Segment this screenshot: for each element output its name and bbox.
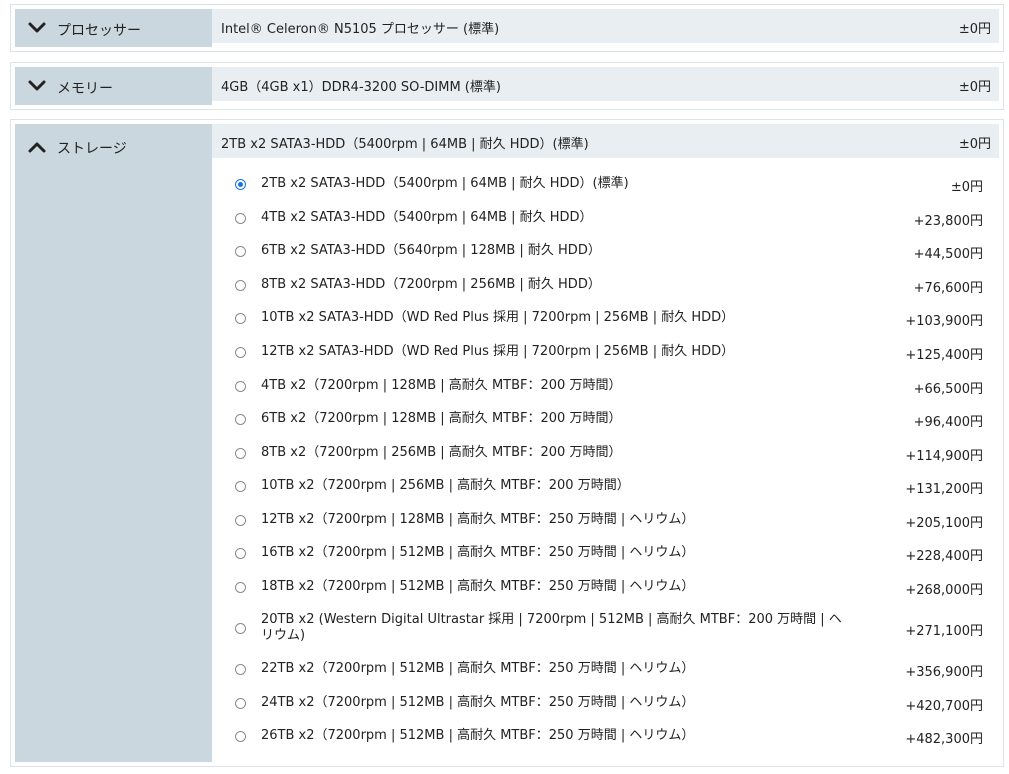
storage-option-row[interactable]: 26TB x2（7200rpm | 512MB | 高耐久 MTBF：250 万… xyxy=(212,719,999,753)
radio-button[interactable] xyxy=(235,212,246,224)
radio-button[interactable] xyxy=(235,581,246,593)
storage-options-list: 2TB x2 SATA3-HDD（5400rpm | 64MB | 耐久 HDD… xyxy=(212,158,999,762)
storage-option-row[interactable]: 10TB x2（7200rpm | 256MB | 高耐久 MTBF：200 万… xyxy=(212,469,999,503)
storage-option-row[interactable]: 12TB x2 SATA3-HDD（WD Red Plus 採用 | 7200r… xyxy=(212,335,999,369)
storage-option-label: 10TB x2 SATA3-HDD（WD Red Plus 採用 | 7200r… xyxy=(261,310,735,325)
storage-option-price: +228,400円 xyxy=(905,549,983,564)
radio-button[interactable] xyxy=(235,730,246,742)
storage-option-price: +103,900円 xyxy=(905,314,983,329)
storage-option-price: +268,000円 xyxy=(905,583,983,598)
section-header-processor[interactable]: プロセッサー xyxy=(15,9,212,47)
storage-option-row[interactable]: 10TB x2 SATA3-HDD（WD Red Plus 採用 | 7200r… xyxy=(212,301,999,335)
storage-option-price: +44,500円 xyxy=(913,247,983,262)
storage-option-price: ±0円 xyxy=(950,180,983,195)
storage-option-price: +76,600円 xyxy=(913,281,983,296)
selected-option-label: 4GB（4GB x1）DDR4-3200 SO-DIMM (標準) xyxy=(221,80,501,95)
storage-option-price: +114,900円 xyxy=(905,449,983,464)
chevron-up-icon[interactable] xyxy=(27,137,47,157)
radio-button[interactable] xyxy=(235,480,246,492)
storage-option-label: 10TB x2（7200rpm | 256MB | 高耐久 MTBF：200 万… xyxy=(261,478,630,493)
chevron-down-icon[interactable] xyxy=(27,18,47,38)
storage-option-row[interactable]: 4TB x2 SATA3-HDD（5400rpm | 64MB | 耐久 HDD… xyxy=(212,201,999,235)
storage-option-price: +131,200円 xyxy=(905,482,983,497)
radio-button[interactable] xyxy=(235,547,246,559)
selected-option-row[interactable]: Intel® Celeron® N5105 プロセッサー (標準) ±0円 xyxy=(212,9,999,43)
radio-button[interactable] xyxy=(235,312,246,324)
storage-option-price: +420,700円 xyxy=(905,699,983,714)
storage-option-price: +205,100円 xyxy=(905,516,983,531)
storage-option-price: +125,400円 xyxy=(905,348,983,363)
selected-option-price: ±0円 xyxy=(958,22,991,37)
storage-option-row[interactable]: 6TB x2 SATA3-HDD（5640rpm | 128MB | 耐久 HD… xyxy=(212,234,999,268)
storage-option-row[interactable]: 20TB x2 (Western Digital Ultrastar 採用 | … xyxy=(212,608,999,648)
storage-option-price: +482,300円 xyxy=(905,732,983,747)
storage-option-label: 2TB x2 SATA3-HDD（5400rpm | 64MB | 耐久 HDD… xyxy=(261,176,629,191)
storage-option-price: +96,400円 xyxy=(913,415,983,430)
radio-button[interactable] xyxy=(235,279,246,291)
section-title: プロセッサー xyxy=(57,23,141,39)
radio-button[interactable] xyxy=(235,514,246,526)
radio-button[interactable] xyxy=(235,380,246,392)
storage-option-row[interactable]: 22TB x2（7200rpm | 512MB | 高耐久 MTBF：250 万… xyxy=(212,652,999,686)
storage-option-row[interactable]: 2TB x2 SATA3-HDD（5400rpm | 64MB | 耐久 HDD… xyxy=(212,167,999,201)
storage-option-row[interactable]: 8TB x2 SATA3-HDD（7200rpm | 256MB | 耐久 HD… xyxy=(212,268,999,302)
storage-option-label: 6TB x2 SATA3-HDD（5640rpm | 128MB | 耐久 HD… xyxy=(261,243,601,258)
storage-option-label: 4TB x2 SATA3-HDD（5400rpm | 64MB | 耐久 HDD… xyxy=(261,210,593,225)
selected-option-label: 2TB x2 SATA3-HDD（5400rpm | 64MB | 耐久 HDD… xyxy=(221,137,589,152)
storage-option-row[interactable]: 4TB x2（7200rpm | 128MB | 高耐久 MTBF：200 万時… xyxy=(212,369,999,403)
storage-option-row[interactable]: 12TB x2（7200rpm | 128MB | 高耐久 MTBF：250 万… xyxy=(212,503,999,537)
radio-button[interactable] xyxy=(235,346,246,358)
storage-option-label: 16TB x2（7200rpm | 512MB | 高耐久 MTBF：250 万… xyxy=(261,545,695,560)
radio-button[interactable] xyxy=(235,413,246,425)
section-header-memory[interactable]: メモリー xyxy=(15,67,212,105)
storage-option-price: +356,900円 xyxy=(905,665,983,680)
storage-option-price: +66,500円 xyxy=(913,382,983,397)
selected-option-price: ±0円 xyxy=(958,80,991,95)
storage-option-label: 6TB x2（7200rpm | 128MB | 高耐久 MTBF：200 万時… xyxy=(261,411,622,426)
option-section-memory: メモリー 4GB（4GB x1）DDR4-3200 SO-DIMM (標準) ±… xyxy=(10,62,1004,110)
radio-button[interactable] xyxy=(235,663,246,675)
storage-option-label: 22TB x2（7200rpm | 512MB | 高耐久 MTBF：250 万… xyxy=(261,661,695,676)
radio-button[interactable] xyxy=(235,622,246,634)
storage-option-price: +271,100円 xyxy=(905,624,983,639)
storage-option-label: 4TB x2（7200rpm | 128MB | 高耐久 MTBF：200 万時… xyxy=(261,378,622,393)
storage-option-label: 24TB x2（7200rpm | 512MB | 高耐久 MTBF：250 万… xyxy=(261,695,695,710)
storage-option-label: 26TB x2（7200rpm | 512MB | 高耐久 MTBF：250 万… xyxy=(261,728,695,743)
radio-button[interactable] xyxy=(235,697,246,709)
radio-button[interactable] xyxy=(235,447,246,459)
storage-option-label: 12TB x2（7200rpm | 128MB | 高耐久 MTBF：250 万… xyxy=(261,512,695,527)
selected-option-label: Intel® Celeron® N5105 プロセッサー (標準) xyxy=(221,22,500,37)
storage-option-label: 8TB x2（7200rpm | 256MB | 高耐久 MTBF：200 万時… xyxy=(261,445,622,460)
storage-option-row[interactable]: 18TB x2（7200rpm | 512MB | 高耐久 MTBF：250 万… xyxy=(212,570,999,604)
section-header-storage[interactable]: ストレージ xyxy=(15,124,212,762)
radio-button[interactable] xyxy=(235,178,246,190)
section-title: メモリー xyxy=(57,81,113,97)
selected-option-row[interactable]: 2TB x2 SATA3-HDD（5400rpm | 64MB | 耐久 HDD… xyxy=(212,124,999,158)
storage-option-label: 18TB x2（7200rpm | 512MB | 高耐久 MTBF：250 万… xyxy=(261,579,695,594)
storage-option-row[interactable]: 24TB x2（7200rpm | 512MB | 高耐久 MTBF：250 万… xyxy=(212,686,999,720)
storage-option-row[interactable]: 6TB x2（7200rpm | 128MB | 高耐久 MTBF：200 万時… xyxy=(212,402,999,436)
radio-button[interactable] xyxy=(235,245,246,257)
storage-option-row[interactable]: 16TB x2（7200rpm | 512MB | 高耐久 MTBF：250 万… xyxy=(212,536,999,570)
storage-option-label: 20TB x2 (Western Digital Ultrastar 採用 | … xyxy=(261,612,842,643)
storage-option-price: +23,800円 xyxy=(913,214,983,229)
section-title: ストレージ xyxy=(57,141,127,157)
selected-option-row[interactable]: 4GB（4GB x1）DDR4-3200 SO-DIMM (標準) ±0円 xyxy=(212,67,999,101)
storage-option-row[interactable]: 8TB x2（7200rpm | 256MB | 高耐久 MTBF：200 万時… xyxy=(212,436,999,470)
chevron-down-icon[interactable] xyxy=(27,76,47,96)
storage-option-label: 8TB x2 SATA3-HDD（7200rpm | 256MB | 耐久 HD… xyxy=(261,277,601,292)
option-section-processor: プロセッサー Intel® Celeron® N5105 プロセッサー (標準)… xyxy=(10,4,1004,52)
option-section-storage: ストレージ 2TB x2 SATA3-HDD（5400rpm | 64MB | … xyxy=(10,119,1004,767)
storage-option-label: 12TB x2 SATA3-HDD（WD Red Plus 採用 | 7200r… xyxy=(261,344,735,359)
selected-option-price: ±0円 xyxy=(958,137,991,152)
